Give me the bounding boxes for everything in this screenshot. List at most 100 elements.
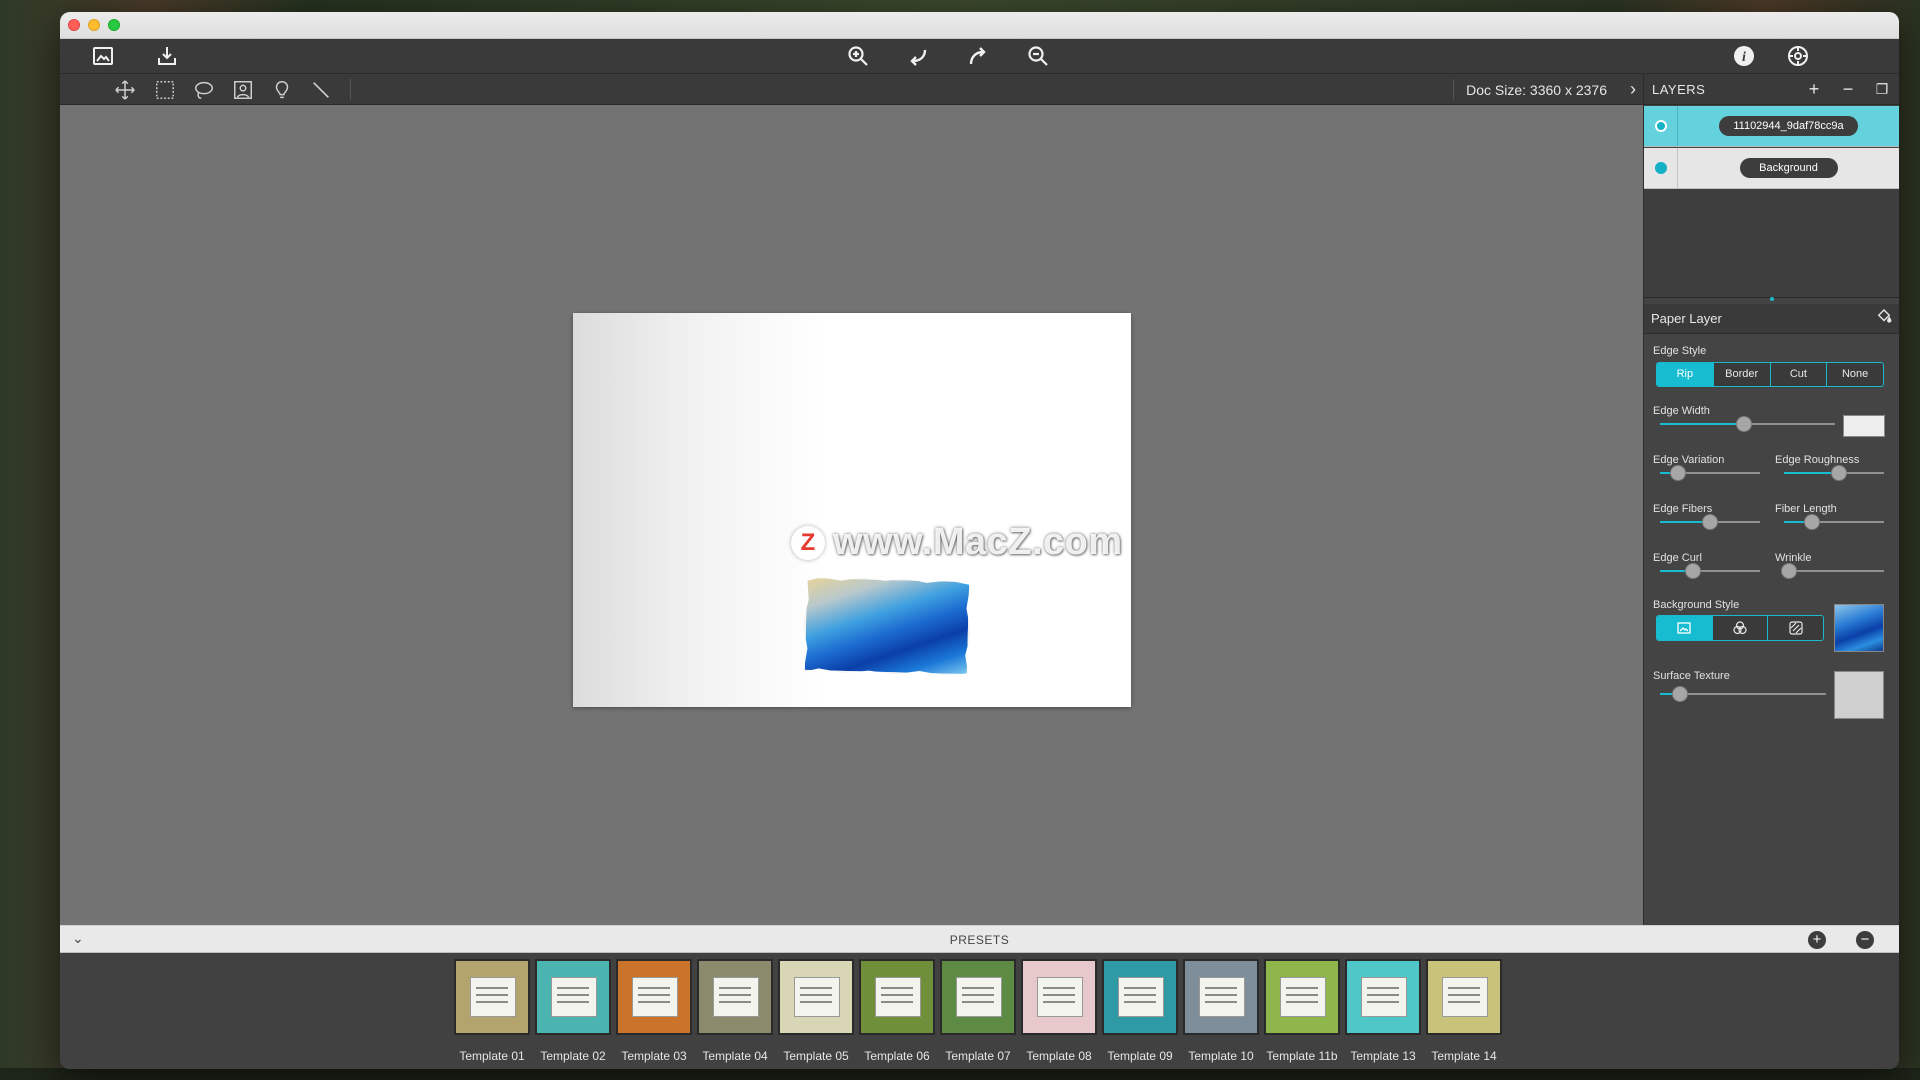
zoom-out-icon[interactable] xyxy=(1023,41,1053,71)
add-preset-button[interactable]: + xyxy=(1808,931,1826,949)
preset-preview-image xyxy=(859,959,935,1035)
preset-preview-line xyxy=(1043,1001,1075,1003)
slider-thumb[interactable] xyxy=(1671,686,1688,702)
line-icon[interactable] xyxy=(308,77,334,103)
close-window-button[interactable] xyxy=(68,19,80,31)
document-canvas[interactable]: Z www.MacZ.com xyxy=(573,313,1131,707)
preset-thumbnail[interactable]: Template 08 xyxy=(1021,959,1097,1063)
fiber-length-slider[interactable] xyxy=(1784,514,1884,530)
lasso-icon[interactable] xyxy=(191,77,217,103)
layers-empty-area xyxy=(1644,189,1899,298)
preset-preview-image xyxy=(940,959,1016,1035)
remove-preset-button[interactable]: − xyxy=(1856,931,1874,949)
presets-title: PRESETS xyxy=(949,933,1010,947)
layer-visibility-toggle[interactable] xyxy=(1644,106,1678,146)
preset-preview-image xyxy=(1102,959,1178,1035)
wrinkle-slider[interactable] xyxy=(1781,563,1884,579)
preset-label: Template 10 xyxy=(1188,1049,1254,1063)
portrait-select-icon[interactable] xyxy=(230,77,256,103)
redo-icon[interactable] xyxy=(963,41,993,71)
preset-thumbnail[interactable]: Template 02 xyxy=(535,959,611,1063)
image-frame-icon[interactable] xyxy=(88,41,118,71)
app-window: i Doc Size: 3360 x 2376 › Z www.MacZ.com… xyxy=(60,12,1899,1069)
minimize-window-button[interactable] xyxy=(88,19,100,31)
preset-thumbnail[interactable]: Template 14 xyxy=(1426,959,1502,1063)
texture-icon[interactable] xyxy=(1768,616,1823,640)
preset-thumbnail[interactable]: Template 10 xyxy=(1183,959,1259,1063)
preset-preview-card xyxy=(1361,977,1407,1017)
edge-width-swatch[interactable] xyxy=(1843,415,1885,437)
canvas-area[interactable]: Z www.MacZ.com xyxy=(60,105,1643,925)
move-icon[interactable] xyxy=(112,77,138,103)
preset-thumbnail[interactable]: Template 04 xyxy=(697,959,773,1063)
preset-preview-line xyxy=(800,1001,832,1003)
slider-thumb[interactable] xyxy=(1702,514,1718,530)
preset-label: Template 13 xyxy=(1350,1049,1416,1063)
preset-thumbnail[interactable]: Template 03 xyxy=(616,959,692,1063)
slider-thumb[interactable] xyxy=(1804,514,1820,530)
slider-thumb[interactable] xyxy=(1670,465,1686,481)
preset-preview-line xyxy=(962,994,994,996)
preset-preview-line xyxy=(1286,987,1318,989)
visibility-dot-icon xyxy=(1654,162,1667,174)
layer-row[interactable]: 11102944_9daf78cc9a xyxy=(1644,106,1899,147)
settings-icon[interactable] xyxy=(1783,41,1813,71)
edge-style-border-button[interactable]: Border xyxy=(1714,363,1771,386)
torn-image-layer[interactable] xyxy=(802,575,973,677)
preset-thumbnail[interactable]: Template 11b xyxy=(1264,959,1340,1063)
duplicate-layer-icon[interactable]: ❐ xyxy=(1865,81,1899,98)
preset-preview-line xyxy=(557,987,589,989)
layer-row[interactable]: Background xyxy=(1644,148,1899,189)
preset-thumbnail[interactable]: Template 13 xyxy=(1345,959,1421,1063)
edge-curl-slider[interactable] xyxy=(1660,563,1760,579)
preset-thumbnail[interactable]: Template 01 xyxy=(454,959,530,1063)
import-icon[interactable] xyxy=(152,41,182,71)
edge-style-rip-button[interactable]: Rip xyxy=(1657,363,1714,386)
doc-size-area: Doc Size: 3360 x 2376 › xyxy=(1453,74,1643,105)
preset-label: Template 02 xyxy=(540,1049,606,1063)
rect-select-icon[interactable] xyxy=(152,77,178,103)
edge-roughness-slider[interactable] xyxy=(1784,465,1884,481)
layer-visibility-toggle[interactable] xyxy=(1644,148,1678,188)
slider-thumb[interactable] xyxy=(1831,465,1847,481)
remove-layer-button[interactable]: − xyxy=(1831,79,1865,100)
edge-style-none-button[interactable]: None xyxy=(1827,363,1883,386)
zoom-in-icon[interactable] xyxy=(843,41,873,71)
preset-preview-line xyxy=(476,1001,508,1003)
preset-thumbnail[interactable]: Template 05 xyxy=(778,959,854,1063)
preset-preview-line xyxy=(1205,987,1237,989)
info-icon[interactable]: i xyxy=(1729,41,1759,71)
preset-preview-image xyxy=(697,959,773,1035)
zoom-window-button[interactable] xyxy=(108,19,120,31)
preset-preview-line xyxy=(800,987,832,989)
preset-preview-card xyxy=(794,977,840,1017)
desktop-background xyxy=(0,1068,1920,1080)
preset-thumbnail[interactable]: Template 07 xyxy=(940,959,1016,1063)
surface-texture-slider[interactable] xyxy=(1660,686,1826,702)
brush-icon[interactable] xyxy=(269,77,295,103)
layer-name: Background xyxy=(1739,158,1838,178)
undo-icon[interactable] xyxy=(903,41,933,71)
preset-thumbnail[interactable]: Template 06 xyxy=(859,959,935,1063)
edge-fibers-slider[interactable] xyxy=(1660,514,1760,530)
background-style-swatch[interactable] xyxy=(1834,604,1884,652)
preset-preview-line xyxy=(557,1001,589,1003)
image-icon[interactable] xyxy=(1657,616,1713,640)
preset-preview-line xyxy=(881,1001,913,1003)
preset-thumbnail[interactable]: Template 09 xyxy=(1102,959,1178,1063)
layers-header: LAYERS + − ❐ xyxy=(1644,74,1899,105)
color-circles-icon[interactable] xyxy=(1713,616,1769,640)
paint-bucket-icon[interactable] xyxy=(1869,307,1899,330)
edge-variation-slider[interactable] xyxy=(1660,465,1760,481)
add-layer-button[interactable]: + xyxy=(1797,79,1831,100)
surface-texture-swatch[interactable] xyxy=(1834,671,1884,719)
preset-preview-card xyxy=(1442,977,1488,1017)
edge-width-slider[interactable] xyxy=(1660,416,1835,432)
doc-size-chevron-icon[interactable]: › xyxy=(1623,79,1643,100)
slider-thumb[interactable] xyxy=(1781,563,1797,579)
edge-style-cut-button[interactable]: Cut xyxy=(1771,363,1828,386)
slider-thumb[interactable] xyxy=(1736,416,1752,432)
slider-thumb[interactable] xyxy=(1685,563,1701,579)
layers-title: LAYERS xyxy=(1652,81,1706,97)
panel-resize-handle[interactable] xyxy=(1770,297,1774,301)
